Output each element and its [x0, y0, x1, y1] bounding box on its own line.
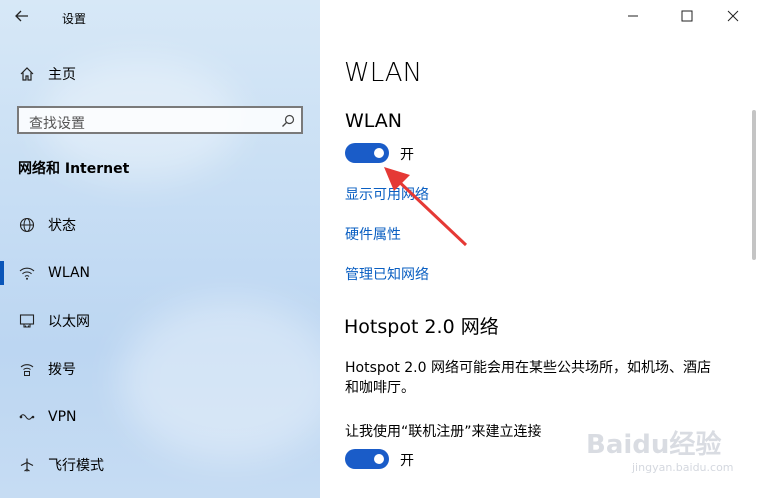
- sidebar-item-dialup[interactable]: 拨号: [0, 349, 320, 389]
- close-button[interactable]: [726, 8, 748, 26]
- online-signup-label: 让我使用“联机注册”来建立连接: [345, 424, 542, 440]
- section-title: 网络和 Internet: [18, 161, 130, 177]
- globe-icon: [18, 216, 36, 234]
- page-title: WLAN: [344, 58, 423, 88]
- sidebar-item-label: 飞行模式: [48, 458, 104, 474]
- sidebar-item-wlan[interactable]: WLAN: [0, 253, 320, 293]
- online-signup-toggle[interactable]: [345, 449, 389, 469]
- search-icon: [281, 113, 295, 132]
- minimize-icon: [628, 15, 638, 17]
- sidebar-item-label: 拨号: [48, 362, 76, 378]
- annotation-arrow-icon: [384, 167, 468, 247]
- sidebar-item-label: 主页: [48, 67, 76, 83]
- window-title: 设置: [62, 12, 87, 26]
- maximize-button[interactable]: [680, 8, 702, 26]
- wlan-heading: WLAN: [345, 110, 403, 132]
- sidebar-item-ethernet[interactable]: 以太网: [0, 301, 320, 341]
- hotspot-heading: Hotspot 2.0 网络: [344, 316, 499, 338]
- home-icon: [18, 65, 36, 83]
- sidebar-item-airplane[interactable]: 飞行模式: [0, 445, 320, 485]
- search-placeholder: 查找设置: [29, 116, 85, 132]
- sidebar-item-status[interactable]: 状态: [0, 205, 320, 245]
- back-button[interactable]: [14, 8, 34, 26]
- back-arrow-icon: [15, 10, 28, 22]
- watermark-brand: Baidu经验: [586, 430, 722, 460]
- toggle-knob: [374, 454, 384, 464]
- airplane-icon: [18, 456, 36, 474]
- close-icon: [727, 10, 739, 22]
- dialup-icon: [18, 360, 36, 378]
- vpn-icon: [18, 408, 36, 426]
- manage-known-networks-link[interactable]: 管理已知网络: [345, 264, 429, 284]
- sidebar-item-label: 状态: [48, 218, 76, 234]
- scrollbar[interactable]: [752, 110, 756, 260]
- hotspot-description: Hotspot 2.0 网络可能会用在某些公共场所，如机场、酒店: [345, 360, 711, 376]
- wifi-icon: [18, 264, 36, 282]
- online-signup-state: 开: [400, 453, 414, 469]
- watermark: Baidu经验 jingyan.baidu.com: [586, 424, 734, 474]
- sidebar-item-home[interactable]: 主页: [0, 54, 320, 94]
- ethernet-icon: [18, 312, 36, 330]
- sidebar-item-label: WLAN: [48, 265, 91, 281]
- minimize-button[interactable]: [626, 8, 648, 26]
- sidebar: 设置 主页 查找设置 网络和 Internet 状态 WLAN 以太网 拨号 V…: [0, 0, 340, 498]
- sidebar-item-vpn[interactable]: VPN: [0, 397, 320, 437]
- sidebar-item-label: VPN: [48, 409, 77, 425]
- watermark-site: jingyan.baidu.com: [632, 461, 734, 474]
- hotspot-description-2: 和咖啡厅。: [345, 380, 415, 396]
- maximize-icon: [681, 10, 693, 22]
- sidebar-item-label: 以太网: [48, 314, 90, 330]
- search-input[interactable]: 查找设置: [17, 106, 303, 134]
